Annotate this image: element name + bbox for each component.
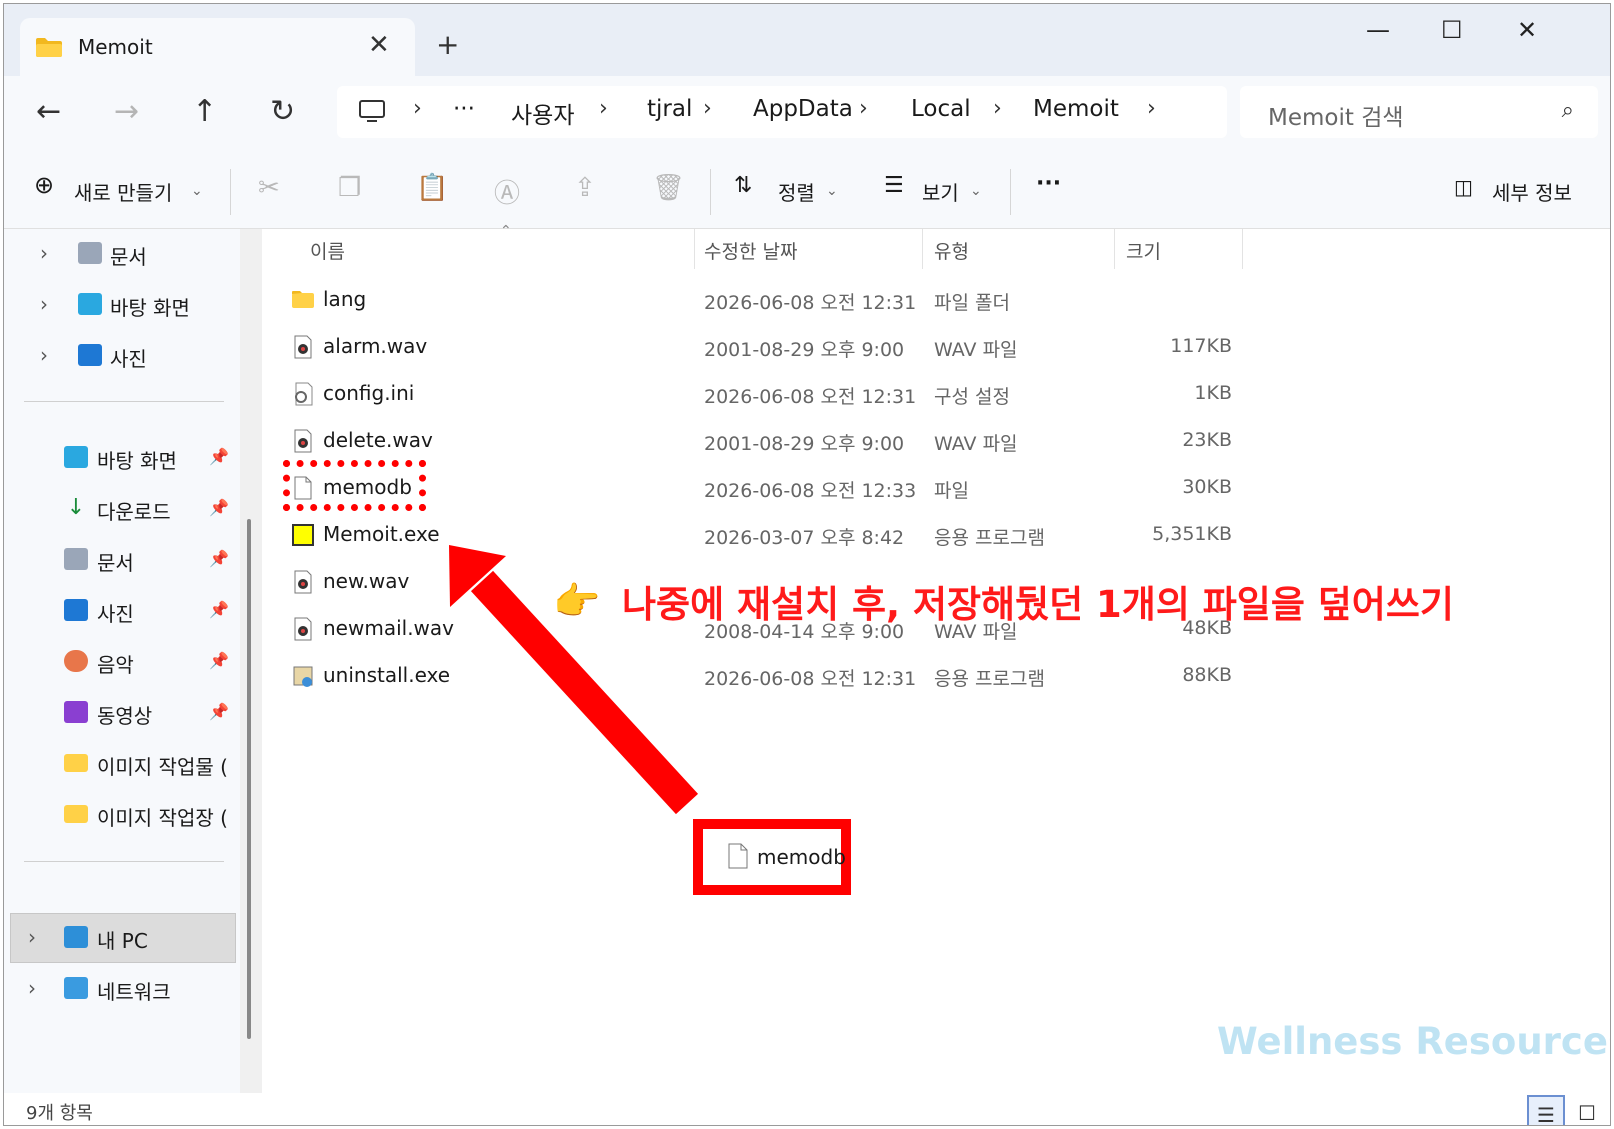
large-icons-view-button[interactable]: ☐ bbox=[1568, 1095, 1606, 1125]
dropped-file-box: memodb bbox=[693, 819, 851, 895]
annotation-arrow bbox=[449, 545, 699, 815]
dropped-file-name: memodb bbox=[757, 845, 846, 869]
annotation-text: 나중에 재설치 후, 저장해뒀던 1개의 파일을 덮어쓰기 bbox=[622, 583, 1454, 626]
file-explorer-window: Memoit ✕ + — ☐ ✕ ← → ↑ ↻ › ··· 사용자 › tjr… bbox=[3, 3, 1611, 1126]
watermark: Wellness Resources bbox=[1217, 1020, 1611, 1063]
pointing-hand-icon: 👉 bbox=[553, 579, 601, 623]
blank-file-icon bbox=[728, 843, 748, 869]
status-bar: 9개 항목 ☰ ☐ bbox=[4, 1093, 1610, 1125]
item-count: 9개 항목 bbox=[26, 1103, 93, 1124]
details-view-button[interactable]: ☰ bbox=[1527, 1095, 1565, 1125]
